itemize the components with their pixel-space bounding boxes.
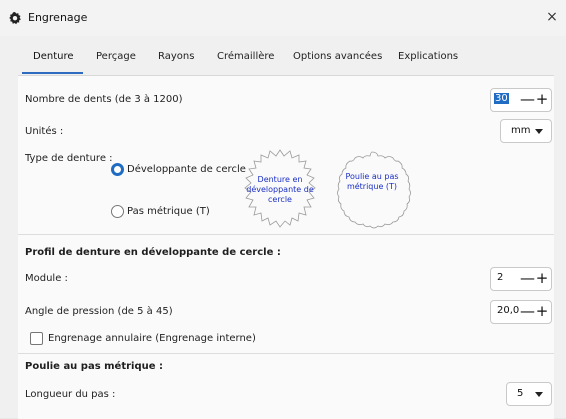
annular-gear-checkbox[interactable] <box>30 332 43 345</box>
module-value[interactable]: 2 <box>497 272 503 283</box>
triangle-down-icon <box>535 129 543 134</box>
gear-icon <box>9 12 21 25</box>
separator <box>18 353 554 354</box>
separator <box>18 234 554 235</box>
tooth-type-label: Type de denture : <box>25 153 113 164</box>
denture-panel: Nombre de dents (de 3 à 1200) 30 — + Uni… <box>18 75 554 419</box>
units-label: Unités : <box>25 126 64 137</box>
annular-gear-label: Engrenage annulaire (Engrenage interne) <box>48 333 256 344</box>
pulley-section-heading: Poulie au pas métrique : <box>25 361 164 372</box>
minus-button[interactable]: — <box>520 268 535 290</box>
plus-button[interactable]: + <box>535 301 549 323</box>
num-teeth-value[interactable]: 30 <box>494 93 509 104</box>
pitch-length-value: 5 <box>517 388 524 399</box>
active-tab-indicator <box>22 72 83 74</box>
triangle-down-icon <box>535 392 543 397</box>
module-label: Module : <box>25 273 68 284</box>
involute-gear-label: Denture en développante de cercle <box>246 175 314 204</box>
minus-button[interactable]: — <box>520 89 535 111</box>
pressure-angle-label: Angle de pression (de 5 à 45) <box>25 306 173 317</box>
involute-section-heading: Profil de denture en développante de cer… <box>25 247 281 258</box>
pressure-angle-value[interactable]: 20,0 <box>497 305 519 316</box>
tab-denture[interactable]: Denture <box>33 51 74 62</box>
num-teeth-label: Nombre de dents (de 3 à 1200) <box>25 94 183 105</box>
plus-button[interactable]: + <box>535 89 549 111</box>
tab-explications[interactable]: Explications <box>398 51 458 62</box>
pitch-length-dropdown[interactable]: 5 <box>506 382 552 406</box>
plus-button[interactable]: + <box>535 268 549 290</box>
window-title: Engrenage <box>28 11 88 24</box>
module-spinbox: 2 — + <box>490 267 552 291</box>
pressure-angle-spinbox: 20,0 — + <box>490 300 552 324</box>
title-bar: Engrenage × <box>0 0 566 36</box>
close-icon[interactable]: × <box>543 8 561 26</box>
tab-options-avancees[interactable]: Options avancées <box>293 51 382 62</box>
units-dropdown[interactable]: mm <box>500 119 552 143</box>
tab-cremaillere[interactable]: Crémaillère <box>217 51 274 62</box>
units-value: mm <box>511 125 531 136</box>
gear-dialog: Engrenage × Denture Perçage Rayons Créma… <box>0 0 566 419</box>
num-teeth-spinbox: 30 — + <box>490 88 552 112</box>
tab-percage[interactable]: Perçage <box>96 51 136 62</box>
tab-rayons[interactable]: Rayons <box>158 51 194 62</box>
metric-pulley-label: Poulie au pas métrique (T) <box>345 172 399 191</box>
tab-bar: Denture Perçage Rayons Crémaillère Optio… <box>18 45 554 73</box>
radio-metric-pitch[interactable] <box>111 205 124 218</box>
radio-involute-label: Développante de cercle <box>127 164 246 175</box>
radio-involute[interactable] <box>111 163 124 176</box>
radio-metric-pitch-label: Pas métrique (T) <box>127 206 210 217</box>
minus-button[interactable]: — <box>520 301 535 323</box>
pitch-length-label: Longueur du pas : <box>25 389 116 400</box>
